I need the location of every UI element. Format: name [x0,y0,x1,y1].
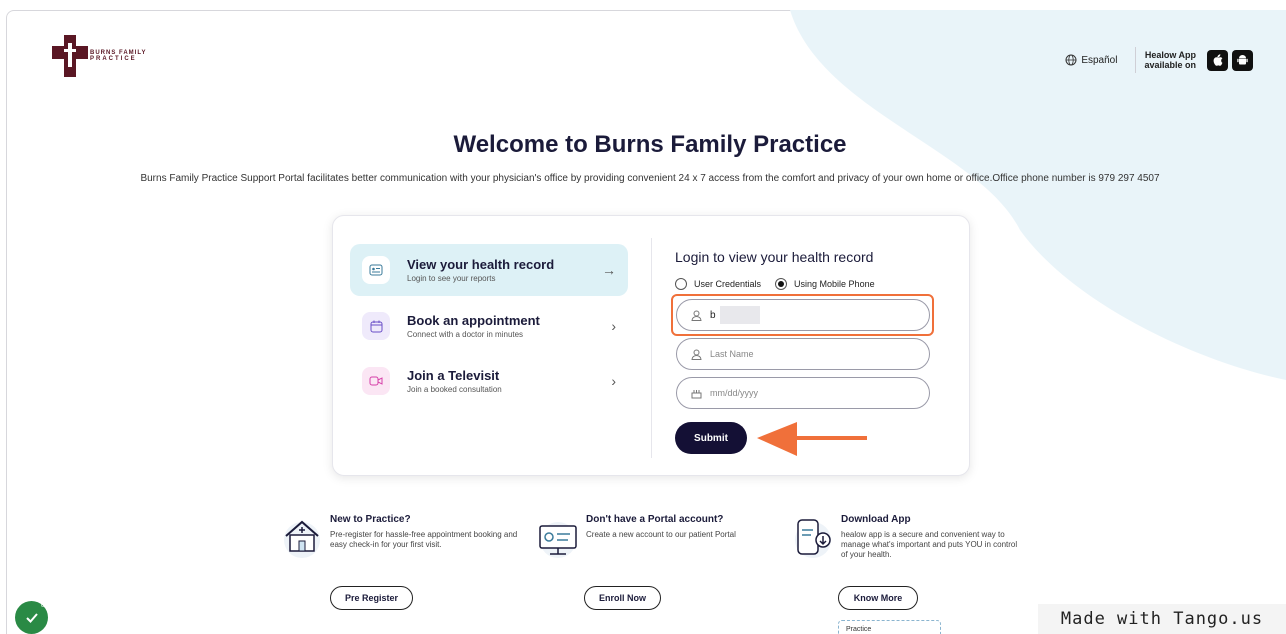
submit-button[interactable]: Submit [675,422,747,454]
health-record-icon [362,256,390,284]
login-title: Login to view your health record [675,249,874,265]
last-name-placeholder: Last Name [710,349,754,359]
apple-icon [1213,54,1223,66]
language-toggle[interactable]: Español [1065,54,1117,66]
cross-logo-icon [52,35,88,77]
pre-register-button[interactable]: Pre Register [330,586,413,610]
android-icon [1237,55,1248,65]
calendar-icon [362,312,390,340]
menu-item-text: View your health record Login to see you… [407,257,602,283]
login-method-radios: User Credentials Using Mobile Phone [675,278,875,290]
globe-icon [1065,54,1077,66]
radio-using-mobile-phone[interactable] [775,278,788,290]
info-portal-account: Don't have a Portal account? Create a ne… [534,514,776,562]
menu-item-subtitle: Login to see your reports [407,274,496,283]
info-download-app: Download App healow app is a secure and … [789,514,1021,562]
chevron-right-icon: › [611,373,616,389]
info-new-to-practice: New to Practice? Pre-register for hassle… [278,514,520,562]
info-title: Download App [841,514,911,525]
video-icon [362,367,390,395]
enroll-now-button[interactable]: Enroll Now [584,586,661,610]
language-label: Español [1081,54,1118,66]
menu-item-title: View your health record [407,257,555,272]
tango-watermark: Made with Tango.us [1038,604,1286,634]
menu-item-book-appointment[interactable]: Book an appointment Connect with a docto… [350,300,628,352]
user-icon [691,349,702,360]
user-icon [691,310,702,321]
menu-item-title: Book an appointment [407,313,540,328]
menu-item-text: Book an appointment Connect with a docto… [407,313,611,339]
cake-icon [691,389,702,398]
apple-store-button[interactable] [1207,49,1228,71]
dob-placeholder: mm/dd/yyyy [710,388,759,398]
first-name-field[interactable]: b [676,299,930,331]
info-body: healow app is a secure and convenient wa… [841,530,1018,559]
menu-item-subtitle: Join a booked consultation [407,385,502,394]
page-description: Burns Family Practice Support Portal fac… [140,173,1160,184]
info-text: Download App healow app is a secure and … [841,514,1021,562]
healow-line1: Healow App [1144,50,1196,60]
radio-user-credentials-label: User Credentials [694,279,762,289]
monitor-icon [539,522,577,558]
last-name-field[interactable]: Last Name [676,338,930,370]
arrow-right-icon: → [602,262,616,278]
logo-text: BURNS FAMILY PRACTICE [90,50,146,62]
phone-download-icon [795,519,831,558]
android-store-button[interactable] [1232,49,1253,71]
info-body: Create a new account to our patient Port… [586,530,736,539]
radio-using-mobile-phone-label: Using Mobile Phone [794,279,875,289]
info-text: Don't have a Portal account? Create a ne… [586,514,776,562]
menu-item-title: Join a Televisit [407,368,500,383]
header-divider [1135,47,1137,73]
practice-label-box: Practice [838,620,941,634]
clinic-icon [284,520,320,558]
menu-item-join-televisit[interactable]: Join a Televisit Join a booked consultat… [350,355,628,407]
healow-line2: available on [1144,60,1196,70]
practice-logo[interactable]: BURNS FAMILY PRACTICE [52,35,146,77]
info-text: New to Practice? Pre-register for hassle… [330,514,520,562]
checkmark-icon [25,612,38,623]
logo-text-line2: PRACTICE [90,56,137,62]
badge-count: 6 [41,603,45,609]
card-divider [651,238,652,458]
page-title: Welcome to Burns Family Practice [453,131,847,158]
menu-item-view-health-record[interactable]: View your health record Login to see you… [350,244,628,296]
know-more-button[interactable]: Know More [838,586,918,610]
header-right: Español Healow App available on [1065,47,1253,73]
redacted-value [719,306,760,324]
chevron-right-icon: › [611,318,616,334]
login-card: View your health record Login to see you… [332,215,970,476]
info-title: Don't have a Portal account? [586,514,724,525]
radio-user-credentials[interactable] [675,278,687,290]
healow-app-text: Healow App available on [1144,50,1196,70]
menu-item-subtitle: Connect with a doctor in minutes [407,330,524,339]
menu-item-text: Join a Televisit Join a booked consultat… [407,368,611,394]
first-name-value: b [710,309,716,321]
dob-field[interactable]: mm/dd/yyyy [676,377,930,409]
info-body: Pre-register for hassle-free appointment… [330,530,518,549]
annotation-arrow-icon [757,422,867,456]
info-title: New to Practice? [330,514,411,525]
